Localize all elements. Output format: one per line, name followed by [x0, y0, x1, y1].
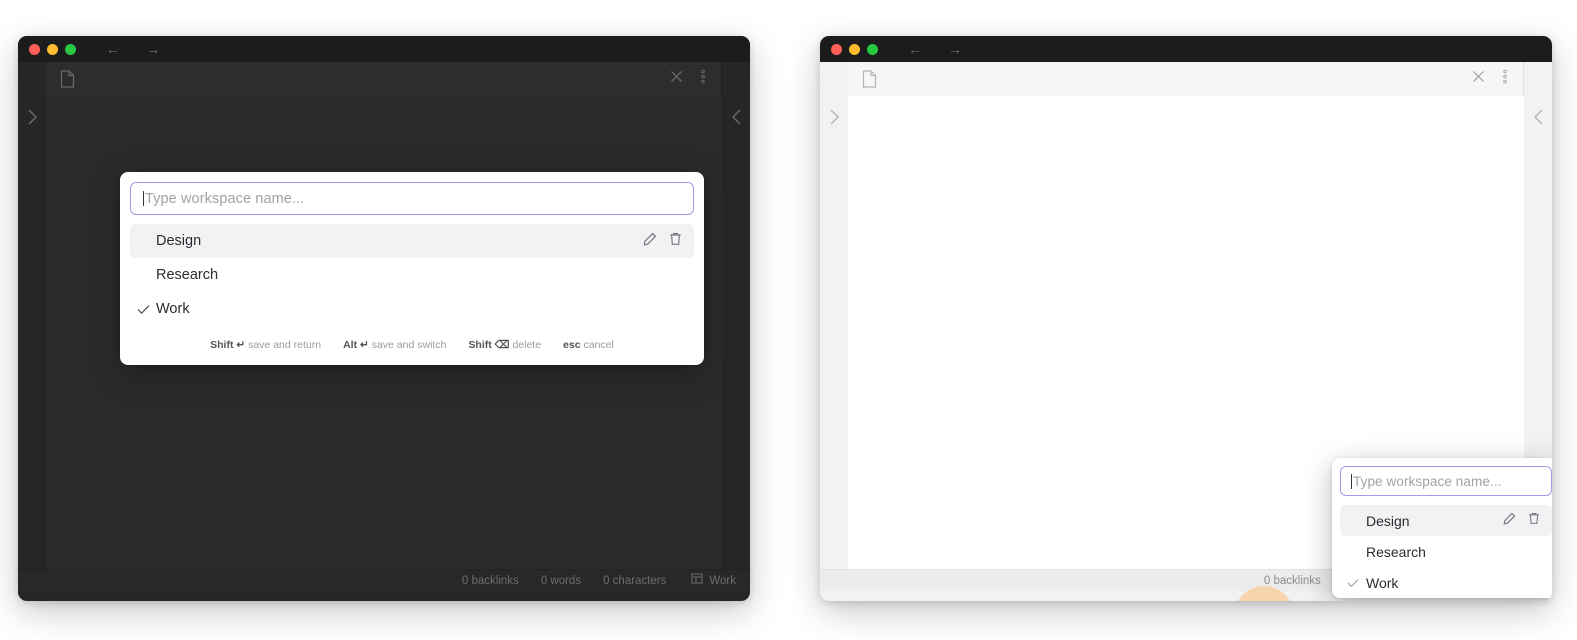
dark-status-bar: 0 backlinks 0 words 0 characters Work: [18, 569, 750, 591]
dark-tab-strip: [18, 62, 750, 96]
workspace-row-actions: [643, 232, 686, 251]
workspace-item-work[interactable]: Work: [1340, 567, 1552, 598]
nav-buttons: ← →: [106, 42, 160, 56]
dark-window-body: Type workspace name... Design Research W…: [18, 96, 750, 569]
hint-cancel: esc cancel: [563, 339, 614, 351]
document-icon: [862, 70, 877, 88]
workspace-item-research[interactable]: Research: [130, 258, 694, 292]
character-count[interactable]: 0 characters: [592, 575, 677, 587]
workspace-item-label: Research: [156, 267, 219, 283]
workspace-item-label: Work: [1366, 574, 1399, 591]
text-caret: [143, 191, 144, 206]
tab-actions: [670, 69, 705, 89]
workspace-row-actions: [1503, 512, 1544, 530]
traffic-lights: [831, 43, 878, 55]
trash-icon[interactable]: [1528, 512, 1540, 530]
hint-save-and-switch: Alt ↵ save and switch: [343, 339, 446, 351]
workspace-item-label: Design: [1366, 512, 1410, 529]
more-options-icon[interactable]: [1503, 69, 1507, 89]
light-theme-window: ← → Type workspace name... Design Resear…: [820, 36, 1552, 601]
left-sidebar-toggle[interactable]: [18, 96, 46, 569]
pencil-icon[interactable]: [1503, 512, 1516, 530]
backlinks-count[interactable]: 0 backlinks: [451, 575, 530, 587]
tab-untitled-note[interactable]: [46, 62, 722, 96]
workspace-item-design[interactable]: Design: [130, 224, 694, 258]
minimize-window-button[interactable]: [47, 43, 58, 55]
dark-theme-window: ← → Type workspace name... Design Resear…: [18, 36, 750, 601]
workspace-input-placeholder: Type workspace name...: [145, 190, 305, 207]
close-icon[interactable]: [1472, 70, 1485, 88]
light-editor-area[interactable]: PKMER Type workspace name... Design: [848, 96, 1552, 601]
tab-strip-left-pad: [820, 62, 848, 96]
word-stats: 0 words 0 characters: [530, 575, 678, 587]
hint-action: delete: [512, 339, 542, 351]
workspace-list: Design Research Work: [130, 224, 694, 326]
traffic-lights: [29, 43, 76, 55]
close-window-button[interactable]: [831, 43, 842, 55]
backlinks-count[interactable]: 0 backlinks: [1253, 575, 1332, 587]
workspace-item-label: Design: [156, 233, 202, 249]
check-icon: [1340, 578, 1366, 588]
word-count[interactable]: 0 words: [530, 575, 592, 587]
workspace-status-button[interactable]: Work: [677, 573, 736, 588]
left-sidebar-toggle[interactable]: [820, 96, 848, 569]
workspace-list: Design Research Work: [1340, 505, 1552, 598]
light-tab-strip: [820, 62, 1552, 96]
workspace-item-work[interactable]: Work: [130, 292, 694, 326]
close-icon[interactable]: [670, 70, 683, 88]
hint-action: save and switch: [371, 339, 447, 351]
minimize-window-button[interactable]: [849, 43, 860, 55]
workspace-switcher-modal: Type workspace name... Design Research W…: [120, 172, 704, 365]
workspace-status-label: Work: [709, 574, 736, 587]
hint-keys: Shift ⌫: [468, 339, 510, 351]
workspace-item-label: Work: [156, 301, 190, 317]
workspace-item-research[interactable]: Research: [1340, 536, 1552, 567]
hint-keys: Shift ↵: [210, 339, 246, 351]
workspace-switcher-modal: Type workspace name... Design Research W…: [1332, 458, 1552, 598]
maximize-window-button[interactable]: [867, 43, 878, 55]
tab-strip-right-pad: [722, 62, 750, 96]
trash-icon[interactable]: [669, 232, 682, 251]
tab-untitled-note[interactable]: [848, 62, 1524, 96]
check-icon: [130, 304, 156, 315]
screenshot-stage: ← → Type workspace name... Design Resear…: [0, 0, 1577, 640]
dark-editor-area[interactable]: Type workspace name... Design Research W…: [46, 96, 722, 569]
workspace-item-design[interactable]: Design: [1340, 505, 1552, 536]
workspace-name-input[interactable]: Type workspace name...: [130, 182, 694, 215]
pencil-icon[interactable]: [643, 232, 657, 251]
dark-titlebar: ← →: [18, 36, 750, 62]
document-icon: [60, 70, 75, 88]
light-window-body: PKMER Type workspace name... Design: [820, 96, 1552, 601]
light-titlebar: ← →: [820, 36, 1552, 62]
hint-keys: Alt ↵: [343, 339, 369, 351]
tab-strip-right-pad: [1524, 62, 1552, 96]
forward-arrow-icon[interactable]: →: [146, 42, 160, 56]
hint-delete: Shift ⌫ delete: [468, 339, 541, 351]
forward-arrow-icon[interactable]: →: [948, 42, 962, 56]
more-options-icon[interactable]: [701, 69, 705, 89]
nav-buttons: ← →: [908, 42, 962, 56]
workspace-grid-icon: [691, 573, 704, 588]
workspace-input-placeholder: Type workspace name...: [1353, 473, 1502, 489]
maximize-window-button[interactable]: [65, 43, 76, 55]
back-arrow-icon[interactable]: ←: [908, 42, 922, 56]
tab-actions: [1472, 69, 1507, 89]
hint-save-and-return: Shift ↵ save and return: [210, 339, 321, 351]
back-arrow-icon[interactable]: ←: [106, 42, 120, 56]
hint-action: cancel: [583, 339, 614, 351]
right-sidebar-toggle[interactable]: [722, 96, 750, 569]
text-caret: [1351, 473, 1352, 489]
keyboard-hints: Shift ↵ save and return Alt ↵ save and s…: [130, 326, 694, 365]
workspace-name-input[interactable]: Type workspace name...: [1340, 466, 1552, 496]
hint-keys: esc: [563, 339, 581, 351]
tab-strip-left-pad: [18, 62, 46, 96]
workspace-item-label: Research: [1366, 543, 1426, 560]
close-window-button[interactable]: [29, 43, 40, 55]
hint-action: save and return: [248, 339, 322, 351]
